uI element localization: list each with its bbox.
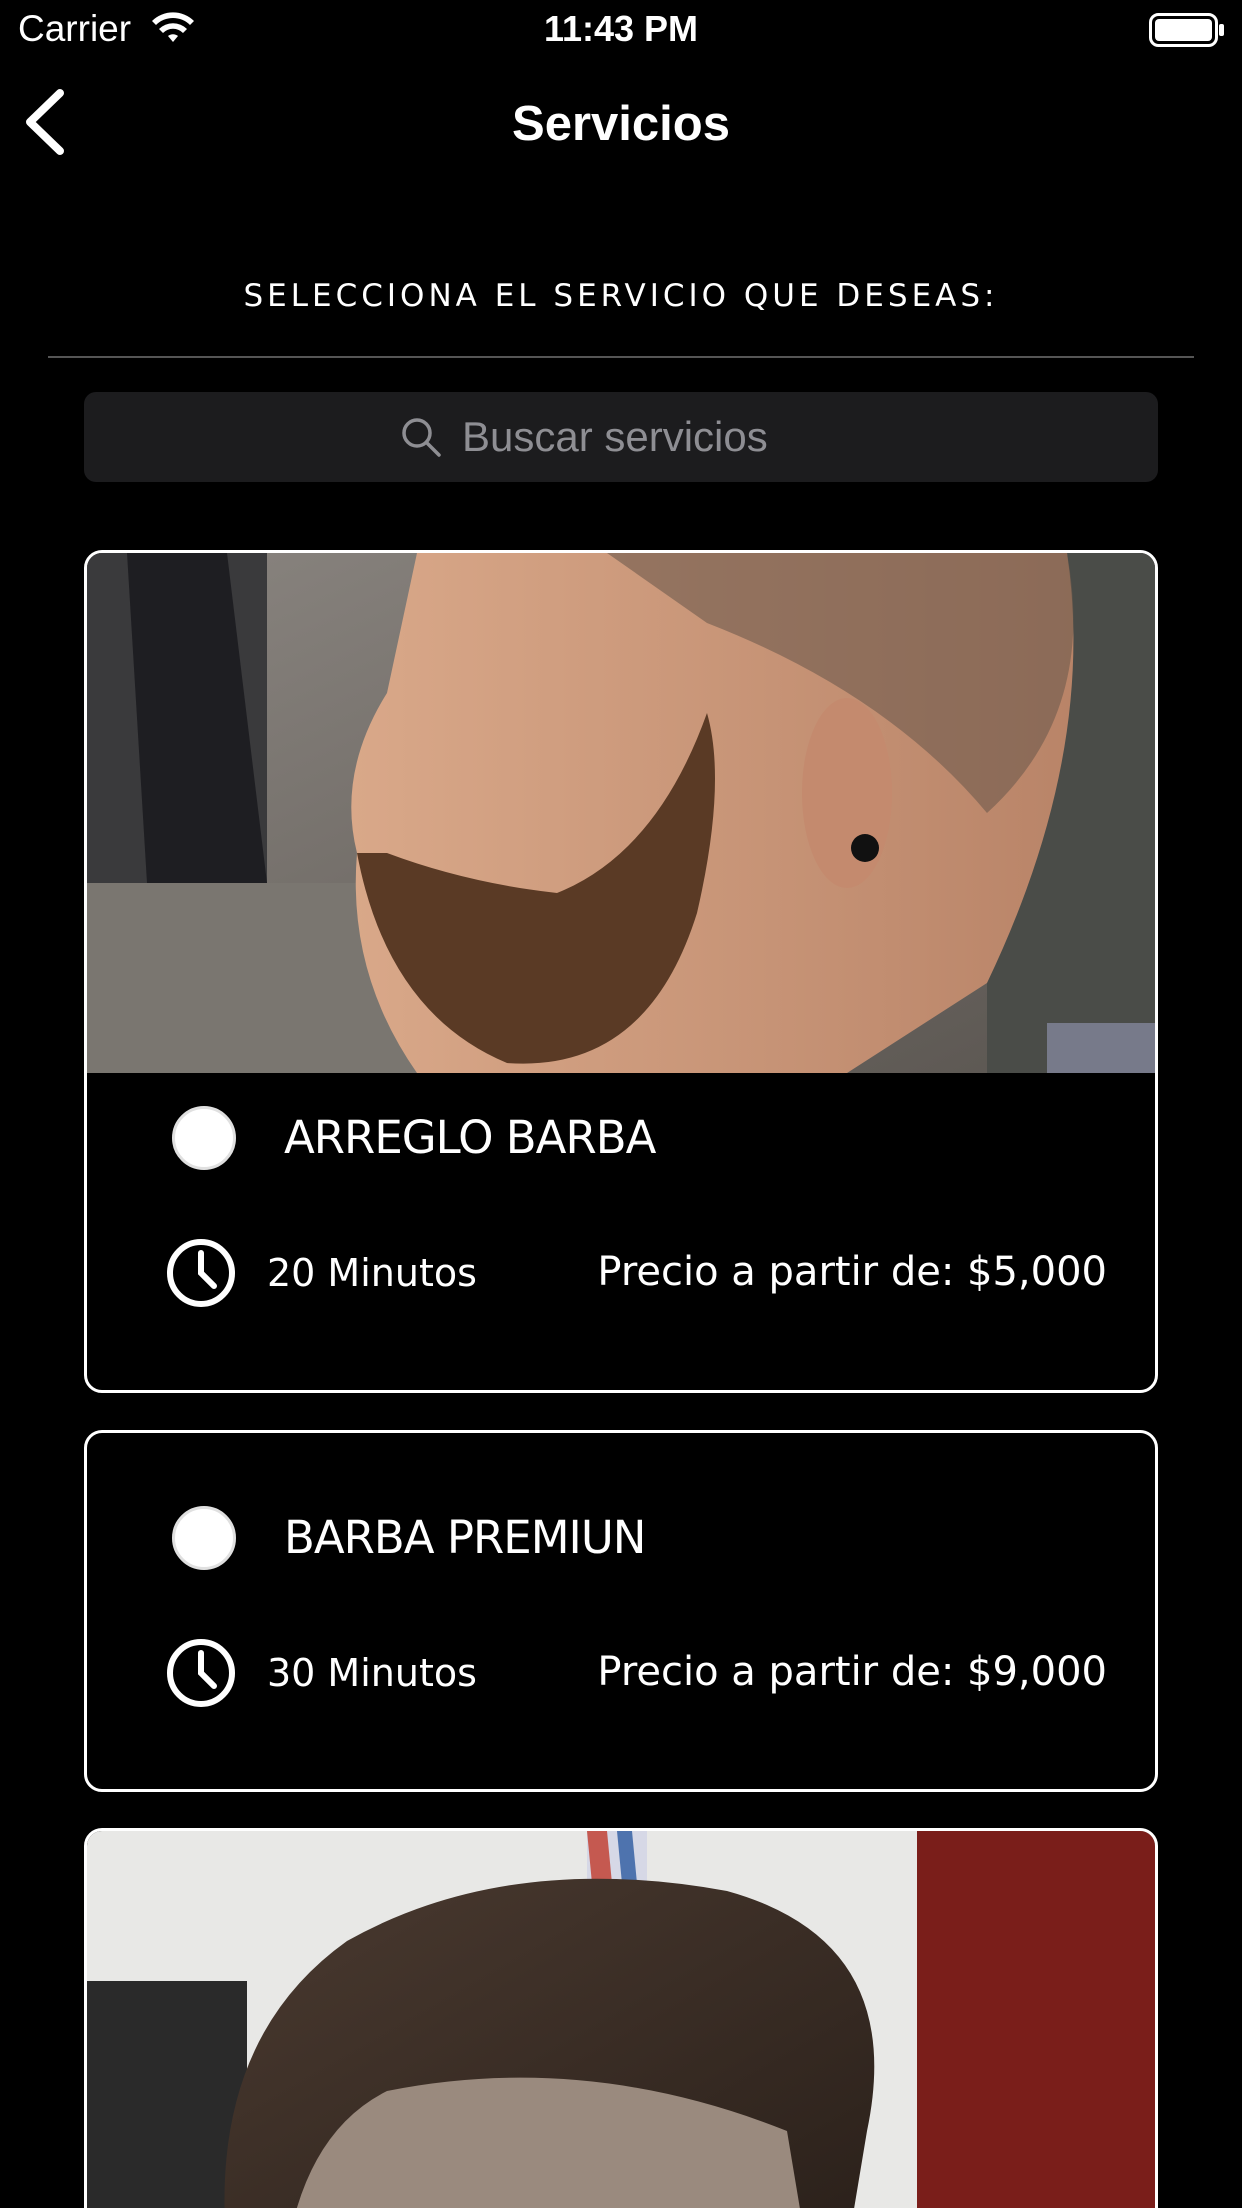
service-price: Precio a partir de: $5,000 — [597, 1249, 1107, 1295]
service-row: BARBA PREMIUN — [87, 1493, 1155, 1583]
service-card[interactable] — [84, 1828, 1158, 2208]
services-screen: Carrier 11:43 PM Servicios SELECCIONA EL… — [0, 0, 1242, 2208]
service-image — [87, 553, 1155, 1073]
service-duration: 20 Minutos — [267, 1251, 477, 1295]
service-meta: 20 Minutos Precio a partir de: $5,000 — [87, 1233, 1155, 1313]
nav-bar: Servicios — [0, 62, 1242, 188]
service-name: ARREGLO BARBA — [284, 1111, 656, 1164]
clock-icon — [167, 1639, 235, 1707]
status-bar: Carrier 11:43 PM — [0, 0, 1242, 62]
service-radio[interactable] — [172, 1506, 236, 1570]
divider — [48, 356, 1194, 358]
service-radio[interactable] — [172, 1106, 236, 1170]
page-title: Servicios — [512, 97, 730, 151]
service-duration: 30 Minutos — [267, 1651, 477, 1695]
search-icon — [402, 418, 441, 457]
service-price: Precio a partir de: $9,000 — [597, 1649, 1107, 1695]
search-input[interactable] — [462, 413, 842, 461]
status-time: 11:43 PM — [543, 8, 699, 49]
section-heading: SELECCIONA EL SERVICIO QUE DESEAS: — [243, 278, 999, 314]
service-image — [87, 1831, 1155, 2208]
service-name: BARBA PREMIUN — [284, 1511, 646, 1564]
service-row: ARREGLO BARBA — [87, 1093, 1155, 1183]
search-bar[interactable] — [84, 392, 1158, 482]
service-card[interactable]: BARBA PREMIUN 30 Minutos Precio a partir… — [84, 1430, 1158, 1792]
clock-icon — [167, 1239, 235, 1307]
battery-icon — [1149, 13, 1224, 47]
service-meta: 30 Minutos Precio a partir de: $9,000 — [87, 1633, 1155, 1713]
service-card[interactable]: ARREGLO BARBA 20 Minutos Precio a partir… — [84, 550, 1158, 1393]
